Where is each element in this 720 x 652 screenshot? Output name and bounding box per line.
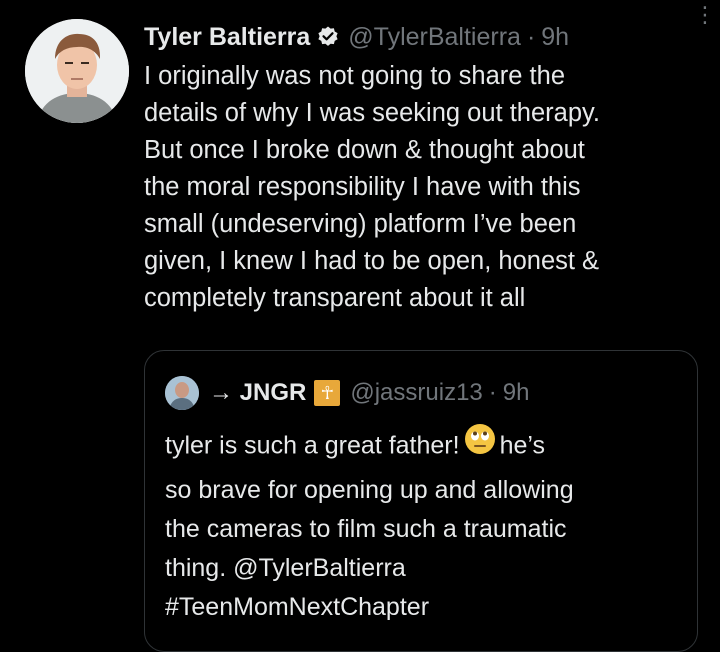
quoted-avatar[interactable] [165,376,199,410]
handle[interactable]: @TylerBaltierra [348,23,521,52]
tweet-header: Tyler Baltierra @TylerBaltierra · 9h [144,20,704,54]
quoted-tweet-header: → JNGR ☥ @jassruiz13 · 9h [165,375,685,411]
quoted-text-line: thing. @TylerBaltierra [165,554,406,582]
quoted-timestamp[interactable]: 9h [503,379,530,407]
quoted-handle[interactable]: @jassruiz13 [350,379,482,407]
avatar-illustration [25,19,129,123]
timestamp[interactable]: 9h [541,23,569,52]
avatar[interactable] [25,19,129,123]
tweet-text-line: small (undeserving) platform I’ve been [144,210,577,238]
separator-dot: · [526,22,536,51]
tweet-text-line: given, I knew I had to be open, honest & [144,247,600,275]
display-name[interactable]: Tyler Baltierra [144,23,310,52]
tweet-text-line: completely transparent about it all [144,284,526,312]
tweet-text-line: details of why I was seeking out therapy… [144,99,600,127]
verified-badge-icon [316,25,340,49]
tweet-text-line: I originally was not going to share the [144,62,565,90]
tweet[interactable]: Tyler Baltierra @TylerBaltierra · 9h ⋮ I… [0,0,720,652]
quoted-tweet-text: tyler is such a great father! he’s so br… [165,423,685,627]
quoted-text-line: #TeenMomNextChapter [165,593,430,621]
tweet-text-line: But once I broke down & thought about [144,136,585,164]
quoted-text-segment: tyler is such a great father! [165,431,460,460]
quoted-text-segment: he’s [499,431,546,460]
quoted-text-line: tyler is such a great father! he’s [165,423,685,471]
rolling-eyes-emoji-icon [464,423,496,467]
separator-dot: · [488,379,497,406]
quoted-text-line: so brave for opening up and allowing [165,476,574,504]
ankh-badge-icon: ☥ [314,380,341,406]
tweet-text-line: the moral responsibility I have with thi… [144,173,581,201]
tweet-text: I originally was not going to share the … [144,58,716,317]
quoted-text-line: the cameras to film such a traumatic [165,515,567,543]
quoted-display-name[interactable]: → JNGR [209,379,306,407]
more-options-icon[interactable]: ⋮ [694,4,716,26]
quoted-tweet[interactable]: → JNGR ☥ @jassruiz13 · 9h tyler is such … [144,350,698,652]
